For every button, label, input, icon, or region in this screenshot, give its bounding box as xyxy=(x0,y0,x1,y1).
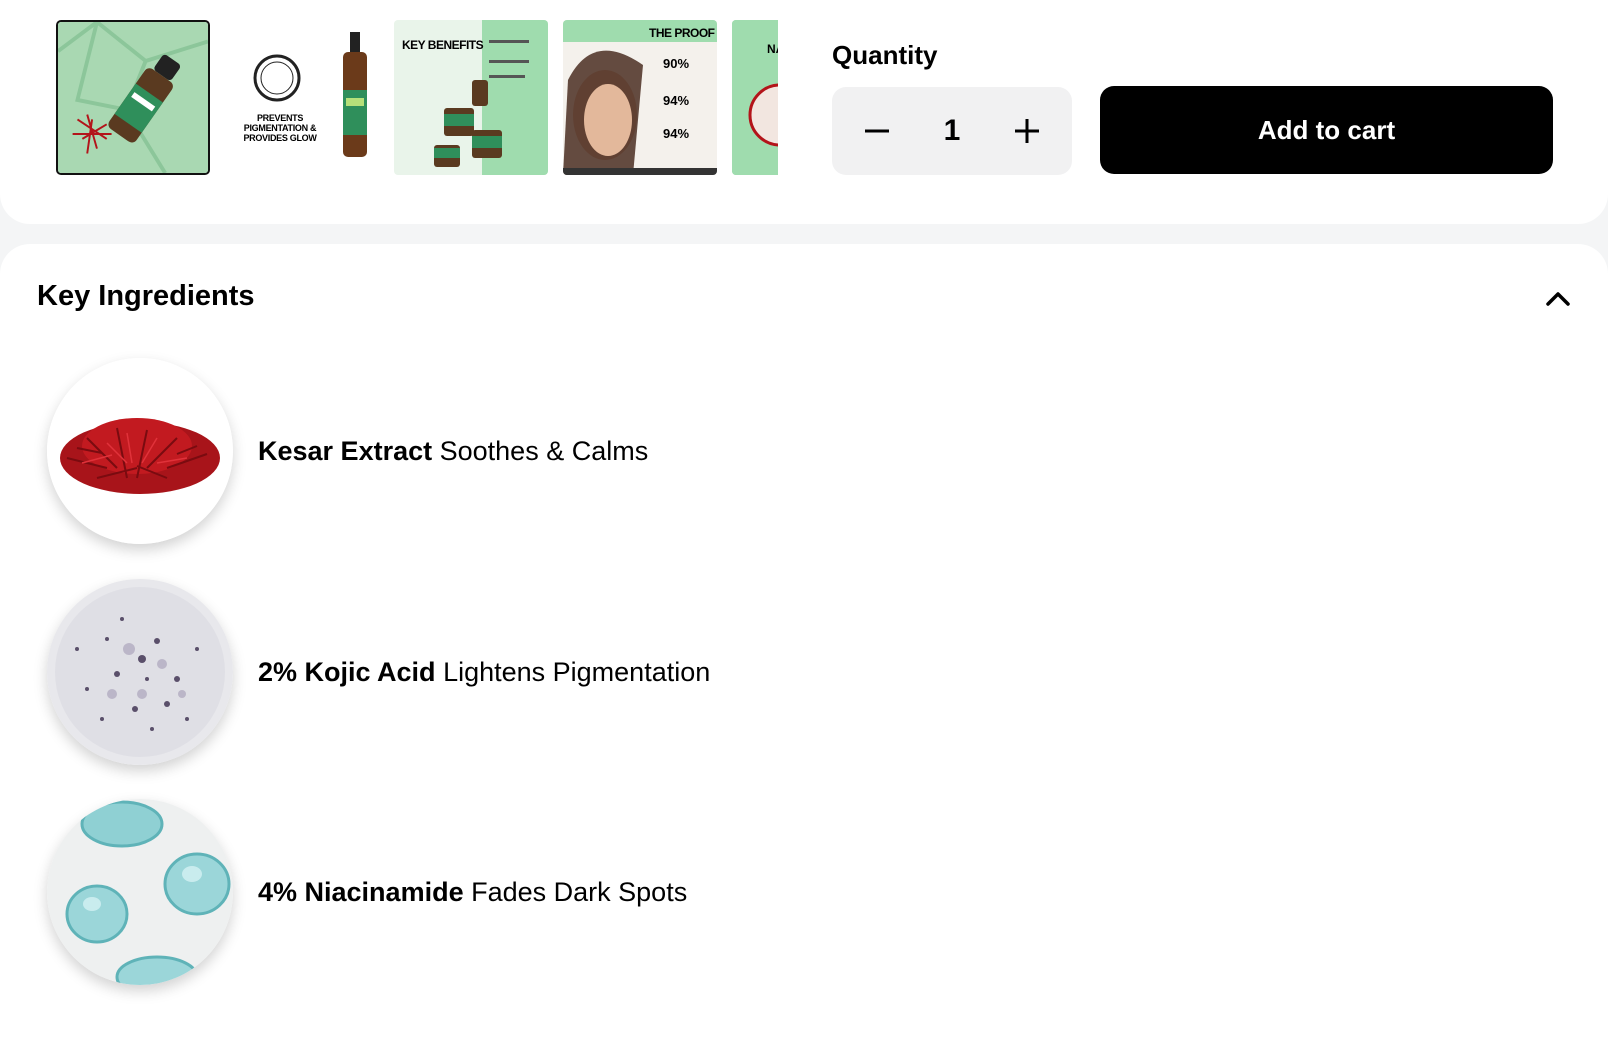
plus-icon xyxy=(1015,119,1039,143)
ingredient-benefit: Fades Dark Spots xyxy=(471,876,688,907)
add-to-cart-button[interactable]: Add to cart xyxy=(1100,86,1553,174)
ingredient-text: Kesar Extract Soothes & Calms xyxy=(258,436,648,467)
niacinamide-gel-image xyxy=(47,799,233,985)
gallery-thumbnail-2[interactable]: PREVENTS PIGMENTATION & PROVIDES GLOW xyxy=(225,20,379,175)
ingredient-text: 4% Niacinamide Fades Dark Spots xyxy=(258,877,687,908)
section-title: Key Ingredients xyxy=(37,280,255,312)
ingredient-name: 2% Kojic Acid xyxy=(258,656,436,687)
thumbnail-caption: PREVENTS PIGMENTATION & PROVIDES GLOW xyxy=(243,113,317,143)
the-proof-image: 90% 94% 94% xyxy=(563,20,717,175)
chevron-up-icon[interactable] xyxy=(1540,284,1576,314)
ingredient-item: 4% Niacinamide Fades Dark Spots xyxy=(47,797,947,987)
increase-quantity-button[interactable] xyxy=(1002,106,1052,156)
ingredient-text: 2% Kojic Acid Lightens Pigmentation xyxy=(258,657,710,688)
lightweight-badge-image xyxy=(253,32,367,157)
saffron-image xyxy=(47,358,233,544)
svg-text:90%: 90% xyxy=(663,56,689,71)
gallery-thumbnail-5[interactable]: NA xyxy=(732,20,778,175)
quantity-input[interactable] xyxy=(922,114,982,148)
svg-text:94%: 94% xyxy=(663,93,689,108)
image-gallery-thumbnails: PREVENTS PIGMENTATION & PROVIDES GLOW KE… xyxy=(56,20,778,175)
quantity-stepper xyxy=(832,87,1072,175)
thumbnail-caption: KEY BENEFITS xyxy=(402,38,484,52)
ingredient-item: Kesar Extract Soothes & Calms xyxy=(47,356,947,546)
kojic-powder-image xyxy=(47,579,233,765)
key-ingredients-section: Key Ingredients Kesar Extract Soothes & … xyxy=(0,244,1608,1064)
decrease-quantity-button[interactable] xyxy=(852,106,902,156)
ingredient-item: 2% Kojic Acid Lightens Pigmentation xyxy=(47,577,947,767)
quantity-label: Quantity xyxy=(832,40,938,70)
thumbnail-caption: NA xyxy=(767,42,778,56)
ingredient-name: 4% Niacinamide xyxy=(258,876,464,907)
gallery-thumbnail-4[interactable]: 90% 94% 94% THE PROOF xyxy=(563,20,717,175)
svg-text:94%: 94% xyxy=(663,126,689,141)
gallery-thumbnail-1[interactable] xyxy=(56,20,210,175)
ingredient-benefit: Soothes & Calms xyxy=(439,435,649,466)
minus-icon xyxy=(865,129,889,133)
serum-bottle-image xyxy=(58,22,208,173)
thumbnail-caption: THE PROOF xyxy=(649,26,715,40)
gallery-thumbnail-3[interactable]: KEY BENEFITS xyxy=(394,20,548,175)
ingredient-benefit: Lightens Pigmentation xyxy=(443,656,711,687)
ingredient-name: Kesar Extract xyxy=(258,435,433,466)
product-purchase-panel: PREVENTS PIGMENTATION & PROVIDES GLOW KE… xyxy=(0,0,1608,224)
